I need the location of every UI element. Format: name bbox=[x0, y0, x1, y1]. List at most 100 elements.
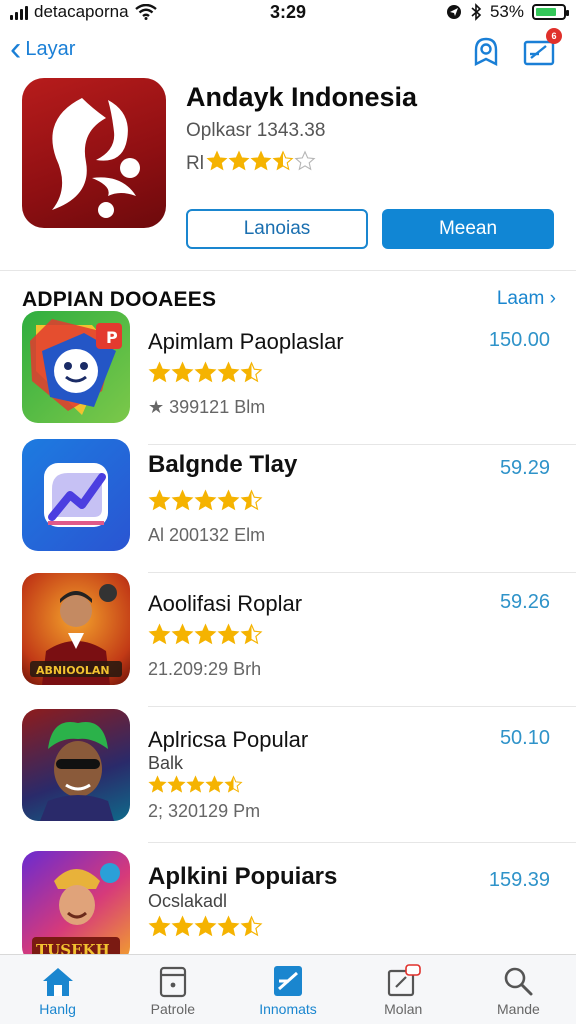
tab-label: Molan bbox=[384, 1001, 423, 1017]
star-icon bbox=[148, 775, 167, 793]
inbox-icon[interactable]: 6 bbox=[522, 28, 562, 70]
app-icon: TUSEKH bbox=[22, 851, 130, 963]
list-item[interactable]: P Apimlam Paoplaslar ★ 399121 Blm 150.00 bbox=[0, 311, 576, 445]
star-icon bbox=[205, 775, 224, 793]
section-title: ADPIAN DOOAEES bbox=[22, 288, 217, 311]
featured-app: Andayk Indonesia Oplkasr 1343.38 Rl Lano… bbox=[0, 78, 576, 268]
star-icon bbox=[194, 489, 217, 511]
rating-stars bbox=[148, 361, 263, 389]
app-name: Balgnde Tlay bbox=[148, 451, 298, 478]
app-meta: Al 200132 Elm bbox=[148, 525, 266, 545]
notification-badge: 6 bbox=[546, 28, 562, 44]
star-icon bbox=[148, 915, 171, 937]
tab-label: Mande bbox=[497, 1001, 540, 1017]
svg-text:P: P bbox=[106, 328, 118, 347]
primary-button[interactable]: Meean bbox=[382, 209, 554, 249]
app-icon: ABNIOOLAN bbox=[22, 573, 130, 685]
rating-stars bbox=[148, 915, 263, 943]
star-icon bbox=[148, 489, 171, 511]
back-label: Layar bbox=[25, 37, 76, 60]
apps-icon bbox=[274, 966, 302, 996]
star-icon bbox=[148, 623, 171, 645]
star-icon bbox=[171, 361, 194, 383]
star-icon bbox=[272, 150, 294, 171]
star-icon bbox=[217, 623, 240, 645]
app-price: 159.39 bbox=[488, 869, 550, 891]
star-icon bbox=[194, 361, 217, 383]
star-icon bbox=[217, 489, 240, 511]
chevron-right-icon: › bbox=[549, 288, 556, 309]
tab-label: Innomats bbox=[259, 1001, 317, 1017]
star-icon bbox=[186, 775, 205, 793]
featured-subtitle: Oplkasr 1343.38 bbox=[186, 120, 326, 141]
tab-innomats[interactable]: Innomats bbox=[230, 955, 345, 1024]
featured-app-icon[interactable] bbox=[22, 78, 166, 228]
app-price: 59.29 bbox=[499, 457, 550, 479]
star-icon bbox=[148, 361, 171, 383]
list-item[interactable]: Aplricsa Popular Balk 2; 320129 Pm 50.10 bbox=[0, 709, 576, 843]
star-icon bbox=[217, 915, 240, 937]
featured-rating-prefix: Rl bbox=[186, 153, 204, 174]
star-icon bbox=[240, 623, 263, 645]
star-icon bbox=[171, 915, 194, 937]
app-meta: 2; 320129 Pm bbox=[148, 801, 261, 821]
app-price: 150.00 bbox=[488, 329, 550, 351]
divider bbox=[0, 270, 576, 271]
app-icon: P bbox=[22, 311, 130, 423]
tab-molan[interactable]: Molan bbox=[346, 955, 461, 1024]
star-icon bbox=[294, 150, 316, 171]
app-price: 59.26 bbox=[499, 591, 550, 613]
star-icon bbox=[171, 489, 194, 511]
back-button[interactable]: ‹ Layar bbox=[10, 30, 76, 68]
divider bbox=[148, 842, 576, 843]
tab-bar: Hanlg Patrole Innomats Molan Mande bbox=[0, 954, 576, 1024]
chevron-left-icon: ‹ bbox=[10, 30, 22, 68]
star-icon bbox=[224, 775, 243, 793]
divider bbox=[148, 706, 576, 707]
star-icon bbox=[240, 361, 263, 383]
app-name: Aplricsa Popular bbox=[148, 727, 309, 752]
rating-stars bbox=[148, 489, 263, 517]
star-icon bbox=[240, 489, 263, 511]
tab-home[interactable]: Hanlg bbox=[0, 955, 115, 1024]
star-icon bbox=[194, 623, 217, 645]
featured-rating: Rl bbox=[186, 150, 316, 178]
see-all-link[interactable]: Laam › bbox=[497, 288, 556, 310]
list-item[interactable]: Balgnde Tlay Al 200132 Elm 59.29 bbox=[0, 439, 576, 573]
status-right: 53% bbox=[446, 2, 569, 22]
featured-title: Andayk Indonesia bbox=[186, 82, 418, 112]
app-name: Aplkini Popuiars bbox=[148, 863, 338, 890]
profile-icon[interactable] bbox=[468, 34, 504, 70]
home-icon bbox=[42, 968, 73, 996]
secondary-button[interactable]: Lanoias bbox=[186, 209, 368, 249]
rating-stars bbox=[206, 150, 316, 178]
star-icon bbox=[206, 150, 228, 171]
app-price: 50.10 bbox=[499, 727, 550, 749]
app-icon bbox=[22, 439, 130, 551]
see-all-label: Laam bbox=[496, 288, 545, 309]
tab-profile[interactable]: Patrole bbox=[115, 955, 230, 1024]
app-name: Aoolifasi Roplar bbox=[148, 591, 303, 616]
status-bar: detacaporna 3:29 53% bbox=[0, 0, 576, 26]
tab-search[interactable]: Mande bbox=[461, 955, 576, 1024]
app-category: Balk bbox=[148, 753, 184, 773]
search-icon bbox=[505, 967, 533, 996]
tab-label: Hanlg bbox=[39, 1001, 76, 1017]
rating-stars bbox=[148, 623, 263, 651]
star-icon bbox=[250, 150, 272, 171]
app-meta: ★ 399121 Blm bbox=[148, 397, 266, 417]
location-icon bbox=[446, 5, 461, 19]
star-icon bbox=[167, 775, 186, 793]
star-icon bbox=[240, 915, 263, 937]
star-icon bbox=[217, 361, 240, 383]
list-item[interactable]: ABNIOOLAN Aoolifasi Roplar 21.209:29 Brh… bbox=[0, 573, 576, 707]
calendar-icon bbox=[159, 966, 186, 998]
star-icon bbox=[194, 915, 217, 937]
app-name: Apimlam Paoplaslar bbox=[148, 329, 344, 354]
updates-icon bbox=[388, 964, 422, 997]
app-meta: 21.209:29 Brh bbox=[148, 659, 262, 679]
star-icon bbox=[171, 623, 194, 645]
battery-percent: 53% bbox=[489, 2, 524, 21]
svg-text:ABNIOOLAN: ABNIOOLAN bbox=[36, 664, 110, 677]
rating-stars bbox=[148, 775, 243, 799]
